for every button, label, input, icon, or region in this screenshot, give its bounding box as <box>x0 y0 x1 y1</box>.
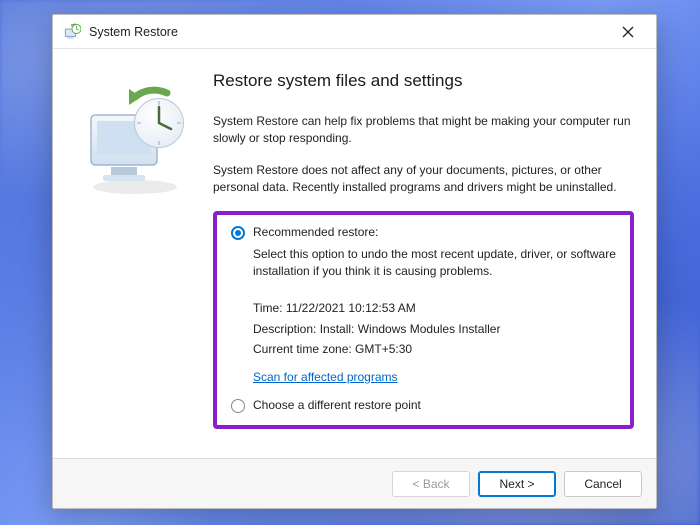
back-button[interactable]: < Back <box>392 471 470 497</box>
system-restore-window: System Restore <box>52 14 657 509</box>
intro-paragraph-1: System Restore can help fix problems tha… <box>213 113 634 148</box>
radio-recommended[interactable] <box>231 226 245 240</box>
cancel-button[interactable]: Cancel <box>564 471 642 497</box>
close-button[interactable] <box>608 18 648 46</box>
recommended-description: Select this option to undo the most rece… <box>253 246 616 281</box>
page-heading: Restore system files and settings <box>213 71 634 91</box>
recommended-restore-option[interactable]: Recommended restore: <box>231 225 616 240</box>
recommended-label: Recommended restore: <box>253 225 378 239</box>
scan-affected-programs-link[interactable]: Scan for affected programs <box>253 370 398 384</box>
dialog-footer: < Back Next > Cancel <box>53 458 656 508</box>
next-button[interactable]: Next > <box>478 471 556 497</box>
main-content: Restore system files and settings System… <box>213 59 634 458</box>
dialog-body: Restore system files and settings System… <box>53 49 656 458</box>
system-restore-icon <box>63 23 81 41</box>
window-title: System Restore <box>89 25 178 39</box>
different-restore-point-option[interactable]: Choose a different restore point <box>231 398 616 413</box>
detail-time: Time: 11/22/2021 10:12:53 AM <box>253 298 616 318</box>
different-label: Choose a different restore point <box>253 398 421 412</box>
titlebar: System Restore <box>53 15 656 49</box>
radio-different[interactable] <box>231 399 245 413</box>
restore-options-group: Recommended restore: Select this option … <box>213 211 634 429</box>
restore-illustration-icon <box>77 79 197 199</box>
restore-point-details: Time: 11/22/2021 10:12:53 AM Description… <box>253 298 616 359</box>
intro-paragraph-2: System Restore does not affect any of yo… <box>213 162 634 197</box>
sidebar-illustration-panel <box>53 59 213 458</box>
detail-timezone: Current time zone: GMT+5:30 <box>253 339 616 359</box>
detail-description: Description: Install: Windows Modules In… <box>253 319 616 339</box>
